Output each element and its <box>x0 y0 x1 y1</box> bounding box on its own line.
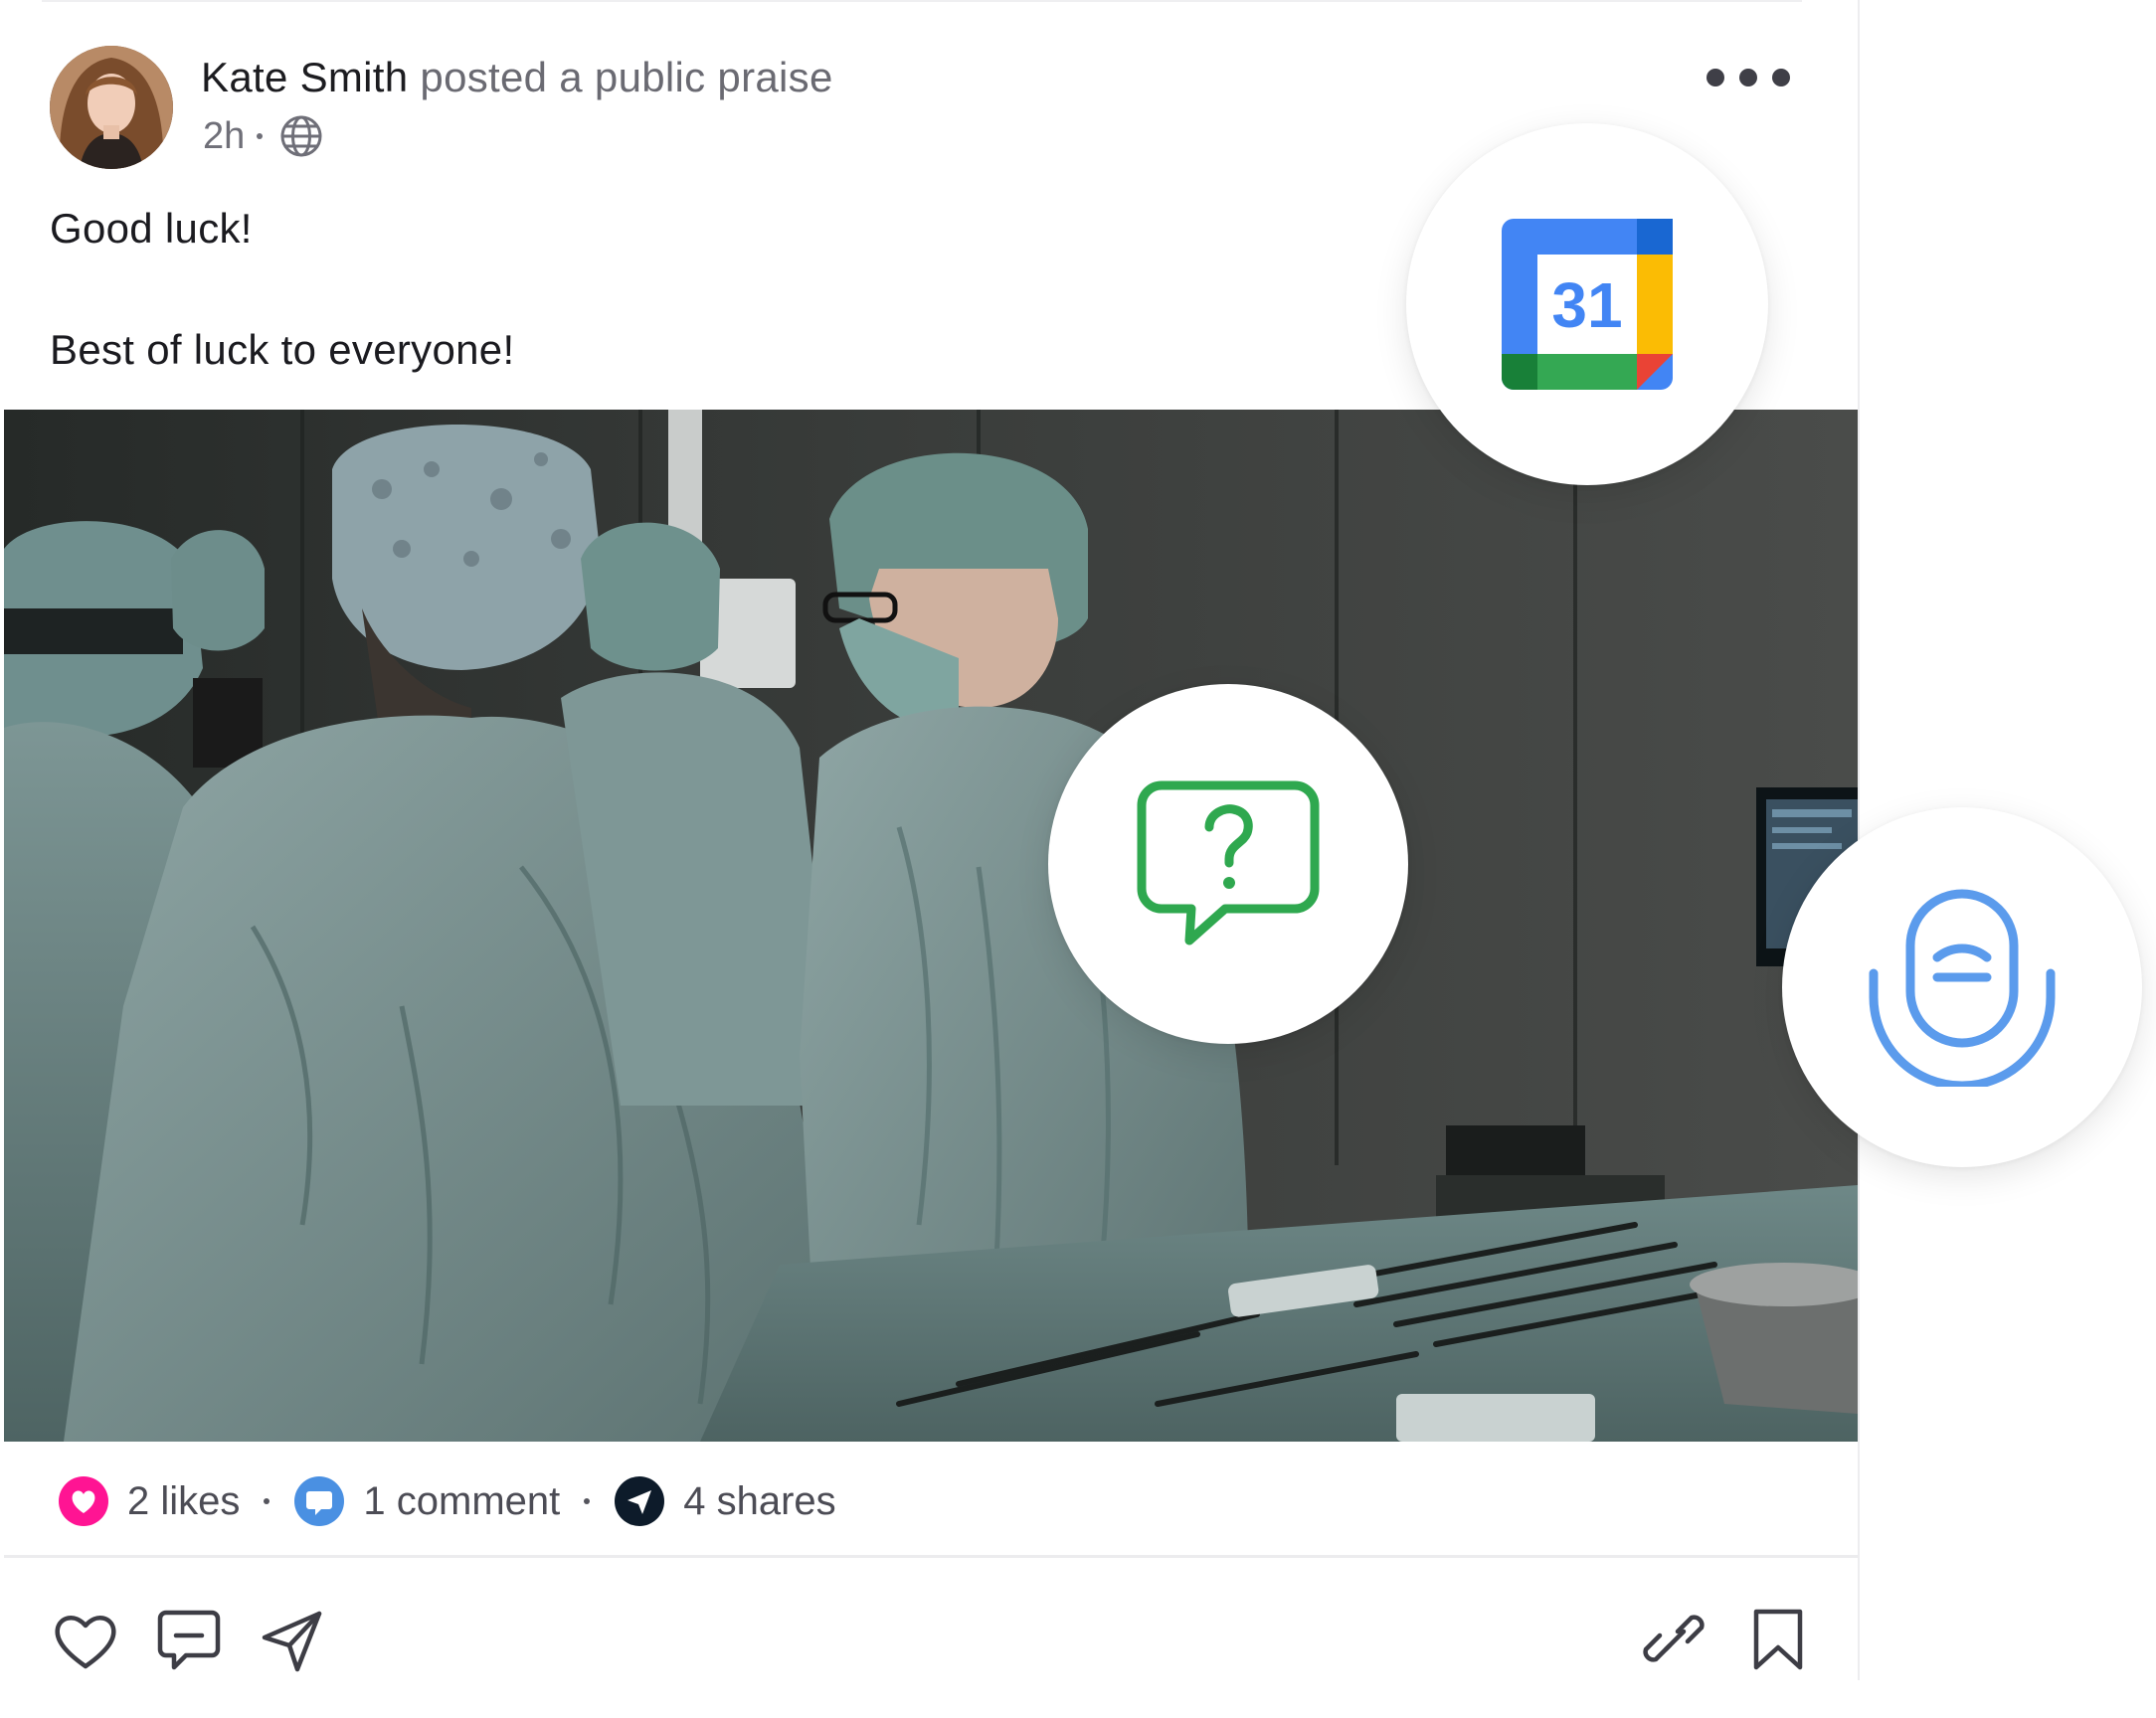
shares-send-icon <box>615 1476 665 1526</box>
google-calendar-icon: 31 <box>1502 219 1673 390</box>
likes-heart-icon <box>59 1476 108 1526</box>
stats-separator <box>264 1498 270 1504</box>
more-options-button[interactable] <box>1707 58 1790 97</box>
shares-count[interactable]: 4 shares <box>683 1479 835 1524</box>
post-time: 2h <box>203 115 246 157</box>
heart-icon <box>55 1616 116 1669</box>
avatar[interactable] <box>50 46 173 169</box>
card-top-border <box>42 0 1802 2</box>
globe-icon <box>280 115 322 157</box>
bookmark-icon <box>1753 1609 1803 1670</box>
comments-count[interactable]: 1 comment <box>363 1479 560 1524</box>
post-text-line-1: Good luck! <box>50 205 253 252</box>
post-action-text: posted a public praise <box>420 54 833 100</box>
meta-separator <box>257 133 264 139</box>
link-icon <box>1643 1615 1705 1662</box>
avatar-portrait-icon <box>50 46 173 169</box>
post-meta: 2h <box>203 111 324 161</box>
stats-separator <box>584 1498 591 1504</box>
comment-button[interactable] <box>153 1605 225 1676</box>
more-dot-icon <box>1739 69 1757 86</box>
question-integration-bubble[interactable] <box>1048 684 1408 1044</box>
bookmark-button[interactable] <box>1742 1605 1814 1676</box>
comments-bubble-icon <box>294 1476 345 1526</box>
post-image[interactable] <box>4 410 1858 1442</box>
microphone-icon <box>1869 889 2056 1087</box>
post-text-line-2: Best of luck to everyone! <box>50 326 515 373</box>
send-icon <box>262 1611 322 1672</box>
author-name[interactable]: Kate Smith <box>201 54 408 100</box>
more-dot-icon <box>1772 69 1790 86</box>
surgery-photo <box>4 410 1858 1442</box>
calendar-day-number: 31 <box>1551 269 1622 341</box>
post-header: Kate Smith posted a public praise <box>201 52 833 103</box>
like-button[interactable] <box>50 1605 121 1676</box>
actions-divider <box>4 1555 1858 1558</box>
share-button[interactable] <box>257 1605 328 1676</box>
copy-link-button[interactable] <box>1639 1605 1710 1676</box>
calendar-integration-bubble[interactable]: 31 <box>1406 123 1768 485</box>
stage: Kate Smith posted a public praise 2h Goo… <box>0 0 2156 1718</box>
likes-count[interactable]: 2 likes <box>127 1479 240 1524</box>
more-dot-icon <box>1707 69 1724 86</box>
comment-icon <box>157 1610 221 1670</box>
voice-integration-bubble[interactable] <box>1782 807 2142 1167</box>
question-chat-icon <box>1137 780 1320 945</box>
post-stats: 2 likes 1 comment 4 shares <box>58 1473 836 1529</box>
